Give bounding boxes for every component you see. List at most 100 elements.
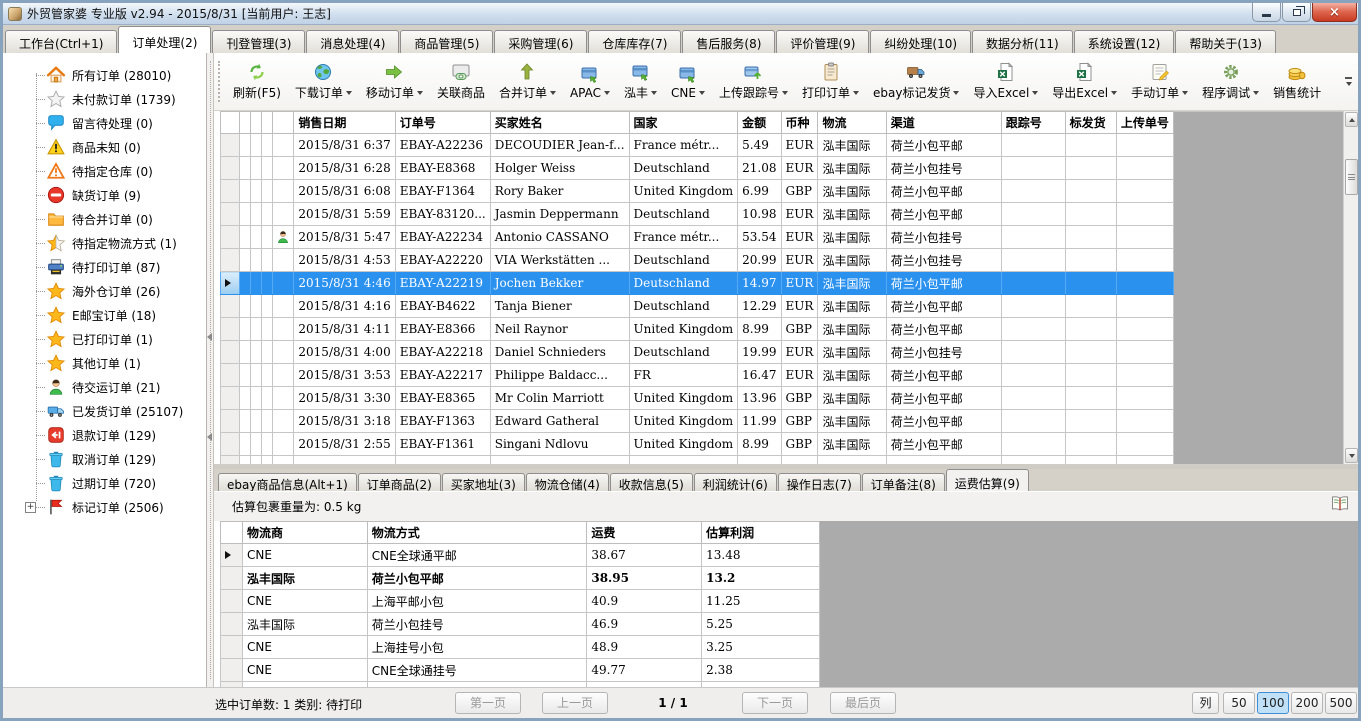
shipping-row-4[interactable]: 泓丰国际荷兰小包挂号46.95.25: [221, 613, 820, 636]
sidebar-splitter[interactable]: [207, 53, 214, 687]
order-row-6[interactable]: 2015/8/31 4:53EBAY-A22220VIA Werkstätten…: [221, 249, 1174, 272]
sidebar-item-9[interactable]: 待打印订单 (87): [3, 255, 206, 279]
splitter-collapse-icon[interactable]: [207, 433, 212, 441]
column-header-5[interactable]: 金额: [738, 112, 781, 134]
shipping-row-6[interactable]: CNECNE全球通挂号49.772.38: [221, 659, 820, 682]
detail-tab-3[interactable]: 买家地址(3): [442, 473, 525, 491]
toolbar-overflow-button[interactable]: [1341, 62, 1356, 102]
detail-tab-8[interactable]: 订单备注(8): [862, 473, 945, 491]
sidebar-item-15[interactable]: 已发货订单 (25107): [3, 399, 206, 423]
column-header-7[interactable]: 物流: [818, 112, 886, 134]
menu-tab-8[interactable]: 售后服务(8): [682, 30, 775, 53]
shipping-row-3[interactable]: CNE上海平邮小包40.911.25: [221, 590, 820, 613]
sidebar-item-8[interactable]: 待指定物流方式 (1): [3, 231, 206, 255]
order-row-8[interactable]: 2015/8/31 4:16EBAY-B4622Tanja BienerDeut…: [221, 295, 1174, 318]
toolbar-button-10-clipboard[interactable]: 打印订单: [795, 59, 866, 104]
menu-tab-4[interactable]: 消息处理(4): [306, 30, 399, 53]
order-row-4[interactable]: 2015/8/31 5:59EBAY-83120...Jasmin Depper…: [221, 203, 1174, 226]
toolbar-button-15-gear[interactable]: 程序调试: [1195, 59, 1266, 104]
toolbar-button-7-card[interactable]: 泓丰: [617, 59, 664, 104]
column-header-11[interactable]: 上传单号: [1116, 112, 1173, 134]
scrollbar-thumb[interactable]: [1345, 159, 1358, 195]
dropdown-arrow-icon[interactable]: [782, 91, 788, 95]
next-page-button[interactable]: 下一页: [742, 692, 808, 714]
sidebar-item-17[interactable]: 取消订单 (129): [3, 447, 206, 471]
sidebar-item-10[interactable]: 海外仓订单 (26): [3, 279, 206, 303]
detail-tab-4[interactable]: 物流仓储(4): [526, 473, 609, 491]
detail-tab-1[interactable]: ebay商品信息(Alt+1): [218, 473, 357, 491]
sidebar-item-13[interactable]: 其他订单 (1): [3, 351, 206, 375]
sidebar-item-11[interactable]: E邮宝订单 (18): [3, 303, 206, 327]
toolbar-button-3-arrow-right[interactable]: 移动订单: [359, 59, 430, 104]
menu-tab-7[interactable]: 仓库库存(7): [588, 30, 681, 53]
toolbar-button-9-card-up[interactable]: 上传跟踪号: [712, 59, 795, 104]
detail-tab-5[interactable]: 收款信息(5): [610, 473, 693, 491]
sidebar-item-14[interactable]: 待交运订单 (21): [3, 375, 206, 399]
page-size-button-50[interactable]: 50: [1223, 692, 1255, 714]
dropdown-arrow-icon[interactable]: [346, 91, 352, 95]
sidebar-item-7[interactable]: 待合并订单 (0): [3, 207, 206, 231]
column-header-9[interactable]: 跟踪号: [1001, 112, 1065, 134]
sidebar-item-18[interactable]: 过期订单 (720): [3, 471, 206, 495]
toolbar-button-16-coins[interactable]: 销售统计: [1266, 59, 1328, 104]
column-header-3[interactable]: 买家姓名: [490, 112, 629, 134]
menu-tab-12[interactable]: 系统设置(12): [1074, 30, 1175, 53]
sidebar-item-4[interactable]: 商品未知 (0): [3, 135, 206, 159]
column-settings-button[interactable]: 列: [1192, 692, 1219, 714]
order-row-10[interactable]: 2015/8/31 4:00EBAY-A22218Daniel Schniede…: [221, 341, 1174, 364]
sidebar-item-19[interactable]: +标记订单 (2506): [3, 495, 206, 519]
dropdown-arrow-icon[interactable]: [853, 91, 859, 95]
menu-tab-3[interactable]: 刊登管理(3): [212, 30, 305, 53]
shipping-column-header-2[interactable]: 物流方式: [367, 522, 587, 544]
toolbar-button-13-excel[interactable]: 导出Excel: [1045, 59, 1124, 104]
dropdown-arrow-icon[interactable]: [604, 91, 610, 95]
order-row-9[interactable]: 2015/8/31 4:11EBAY-E8366Neil RaynorUnite…: [221, 318, 1174, 341]
shipping-column-header-3[interactable]: 运费: [587, 522, 702, 544]
sidebar-item-2[interactable]: 未付款订单 (1739): [3, 87, 206, 111]
detail-tab-6[interactable]: 利润统计(6): [694, 473, 777, 491]
dropdown-arrow-icon[interactable]: [1032, 91, 1038, 95]
toolbar-button-12-excel[interactable]: 导入Excel: [966, 59, 1045, 104]
dropdown-arrow-icon[interactable]: [550, 91, 556, 95]
shipping-column-header-4[interactable]: 估算利润: [702, 522, 820, 544]
dropdown-arrow-icon[interactable]: [1111, 91, 1117, 95]
page-size-button-200[interactable]: 200: [1291, 692, 1323, 714]
sidebar-item-1[interactable]: 所有订单 (28010): [3, 63, 206, 87]
shipping-row-5[interactable]: CNE上海挂号小包48.93.25: [221, 636, 820, 659]
book-icon[interactable]: [1330, 494, 1350, 514]
menu-tab-10[interactable]: 纠纷处理(10): [870, 30, 971, 53]
menu-tab-9[interactable]: 评价管理(9): [776, 30, 869, 53]
scroll-down-button[interactable]: [1345, 448, 1358, 463]
column-header-6[interactable]: 币种: [781, 112, 818, 134]
toolbar-button-2-globe[interactable]: 下载订单: [288, 59, 359, 104]
column-header-10[interactable]: 标发货: [1065, 112, 1116, 134]
toolbar-button-8-card[interactable]: CNE: [664, 61, 712, 103]
toolbar-button-1-refresh[interactable]: 刷新(F5): [226, 59, 288, 104]
minimize-button[interactable]: [1252, 3, 1281, 22]
sidebar-item-12[interactable]: 已打印订单 (1): [3, 327, 206, 351]
sidebar-item-16[interactable]: 退款订单 (129): [3, 423, 206, 447]
toolbar-button-5-arrow-up[interactable]: 合并订单: [492, 59, 563, 104]
dropdown-arrow-icon[interactable]: [699, 91, 705, 95]
column-header-2[interactable]: 订单号: [395, 112, 490, 134]
detail-tab-9[interactable]: 运费估算(9): [946, 469, 1029, 491]
detail-tab-7[interactable]: 操作日志(7): [778, 473, 861, 491]
dropdown-arrow-icon[interactable]: [1182, 91, 1188, 95]
prev-page-button[interactable]: 上一页: [542, 692, 608, 714]
order-row-11[interactable]: 2015/8/31 3:53EBAY-A22217Philippe Baldac…: [221, 364, 1174, 387]
sidebar-item-6[interactable]: 缺货订单 (9): [3, 183, 206, 207]
order-row-5[interactable]: 2015/8/31 5:47EBAY-A22234Antonio CASSANO…: [221, 226, 1174, 249]
sidebar-item-3[interactable]: 留言待处理 (0): [3, 111, 206, 135]
tree-expander-icon[interactable]: +: [25, 502, 36, 513]
page-size-button-100[interactable]: 100: [1257, 692, 1289, 714]
order-row-7[interactable]: 2015/8/31 4:46EBAY-A22219Jochen BekkerDe…: [221, 272, 1174, 295]
menu-tab-1[interactable]: 工作台(Ctrl+1): [5, 30, 117, 53]
order-row-3[interactable]: 2015/8/31 6:08EBAY-F1364Rory BakerUnited…: [221, 180, 1174, 203]
order-row-1[interactable]: 2015/8/31 6:37EBAY-A22236DECOUDIER Jean-…: [221, 134, 1174, 157]
toolbar-button-14-notepad[interactable]: 手动订单: [1124, 59, 1195, 104]
column-header-1[interactable]: 销售日期: [294, 112, 395, 134]
restore-button[interactable]: [1282, 3, 1311, 22]
menu-tab-13[interactable]: 帮助关于(13): [1175, 30, 1276, 53]
toolbar-button-4-link[interactable]: 关联商品: [430, 59, 492, 104]
sidebar-item-5[interactable]: 待指定仓库 (0): [3, 159, 206, 183]
